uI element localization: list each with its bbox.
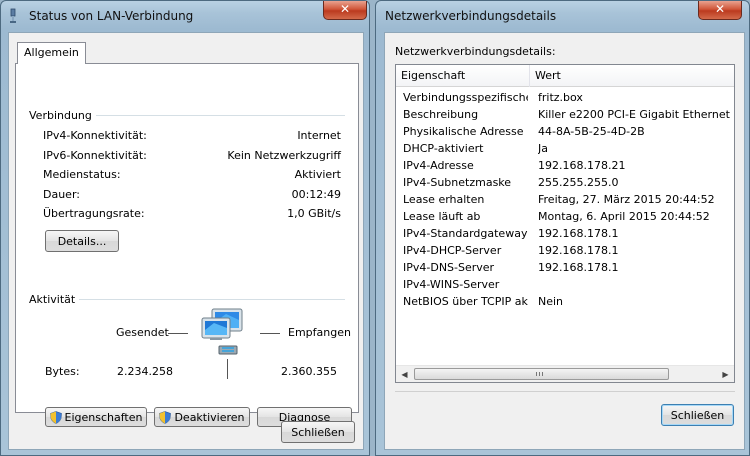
grip-line: [536, 372, 537, 376]
label-media: Medienstatus:: [43, 168, 121, 181]
grip-line: [542, 372, 543, 376]
list-item[interactable]: Beschreibung Killer e2200 PCI-E Gigabit …: [396, 106, 734, 123]
property-cell: Lease läuft ab: [403, 210, 481, 223]
value-cell: 44-8A-5B-25-4D-2B: [538, 125, 645, 138]
window-close-button[interactable]: ✕: [323, 1, 367, 20]
uac-shield-icon: [159, 410, 172, 424]
list-item[interactable]: DHCP-aktiviert Ja: [396, 140, 734, 157]
details-list: Eigenschaft Wert Verbindungsspezifisches…: [395, 64, 735, 383]
scrollbar-thumb[interactable]: [414, 368, 669, 380]
bytes-label: Bytes:: [45, 365, 80, 378]
list-item[interactable]: IPv4-Subnetzmaske 255.255.255.0: [396, 174, 734, 191]
bytes-sent-value: 2.234.258: [117, 365, 173, 378]
value-cell: Freitag, 27. März 2015 20:44:52: [538, 193, 715, 206]
properties-button[interactable]: Eigenschaften: [45, 407, 147, 427]
column-header-wert[interactable]: Wert: [530, 65, 734, 87]
window-title: Netzwerkverbindungsdetails: [385, 9, 557, 23]
close-button[interactable]: Schließen: [661, 404, 734, 426]
sent-line: [168, 333, 188, 334]
property-cell: Verbindungsspezifisches...: [403, 91, 528, 104]
value-cell: Montag, 6. April 2015 20:44:52: [538, 210, 710, 223]
separator-line: [395, 391, 735, 392]
scroll-right-icon[interactable]: ▶: [717, 366, 734, 382]
property-cell: NetBIOS über TCPIP ak...: [403, 295, 528, 308]
value-cell: Nein: [538, 295, 564, 308]
properties-label: Eigenschaften: [64, 410, 143, 424]
bytes-divider: [227, 359, 228, 379]
connection-details-window: Netzwerkverbindungsdetails ✕ Netzwerkver…: [375, 0, 750, 456]
list-item[interactable]: IPv4-Adresse 192.168.178.21: [396, 157, 734, 174]
sent-label: Gesendet: [116, 326, 169, 339]
list-item[interactable]: IPv4-Standardgateway 192.168.178.1: [396, 225, 734, 242]
list-item[interactable]: IPv4-DHCP-Server 192.168.178.1: [396, 242, 734, 259]
list-item[interactable]: Physikalische Adresse 44-8A-5B-25-4D-2B: [396, 123, 734, 140]
network-activity-icon: [196, 308, 256, 356]
label-speed: Übertragungsrate:: [43, 207, 145, 220]
tab-panel: Verbindung IPv4-Konnektivität: Internet …: [15, 63, 359, 427]
column-header-eigenschaft[interactable]: Eigenschaft: [396, 65, 530, 87]
label-ipv6: IPv6-Konnektivität:: [43, 149, 147, 162]
list-item[interactable]: Lease erhalten Freitag, 27. März 2015 20…: [396, 191, 734, 208]
property-cell: IPv4-Subnetzmaske: [403, 176, 512, 189]
window-close-button[interactable]: ✕: [698, 1, 742, 20]
list-item[interactable]: Verbindungsspezifisches... fritz.box: [396, 89, 734, 106]
close-button[interactable]: Schließen: [281, 421, 355, 443]
property-cell: Beschreibung: [403, 108, 479, 121]
property-cell: DHCP-aktiviert: [403, 142, 484, 155]
property-cell: IPv4-Adresse: [403, 159, 474, 172]
tab-allgemein[interactable]: Allgemein: [17, 42, 86, 64]
value-cell: fritz.box: [538, 91, 583, 104]
received-label: Empfangen: [288, 326, 351, 339]
label-duration: Dauer:: [43, 188, 80, 201]
value-cell: [538, 276, 734, 293]
value-cell: 192.168.178.21: [538, 159, 626, 172]
property-cell: IPv4-DHCP-Server: [403, 244, 502, 257]
property-cell: IPv4-DNS-Server: [403, 261, 495, 274]
network-app-icon: [7, 8, 19, 24]
value-duration: 00:12:49: [291, 188, 341, 201]
section-label: Netzwerkverbindungsdetails:: [395, 45, 556, 58]
window-title: Status von LAN-Verbindung: [29, 9, 194, 23]
value-cell: 255.255.255.0: [538, 176, 619, 189]
value-cell: 192.168.178.1: [538, 261, 619, 274]
value-speed: 1,0 GBit/s: [287, 207, 341, 220]
property-cell: IPv4-Standardgateway: [403, 227, 528, 240]
value-cell: 192.168.178.1: [538, 227, 619, 240]
value-media: Aktiviert: [294, 168, 341, 181]
value-cell: 192.168.178.1: [538, 244, 619, 257]
label-ipv4: IPv4-Konnektivität:: [43, 129, 147, 142]
deactivate-label: Deaktivieren: [174, 410, 245, 424]
dialog-client-area: Allgemein Verbindung IPv4-Konnektivität:…: [8, 32, 364, 450]
grip-line: [539, 372, 540, 376]
group-aktivitaet: Aktivität: [29, 293, 80, 306]
list-item[interactable]: IPv4-WINS-Server: [396, 276, 734, 293]
received-line: [260, 333, 280, 334]
value-cell: Killer e2200 PCI-E Gigabit Ethernet Cont…: [538, 108, 734, 121]
list-item[interactable]: Lease läuft ab Montag, 6. April 2015 20:…: [396, 208, 734, 225]
property-cell: IPv4-WINS-Server: [403, 278, 500, 291]
bytes-received-value: 2.360.355: [281, 365, 337, 378]
horizontal-scrollbar[interactable]: ◀ ▶: [396, 365, 734, 382]
property-cell: Lease erhalten: [403, 193, 485, 206]
value-ipv6: Kein Netzwerkzugriff: [227, 149, 341, 162]
group-verbindung: Verbindung: [29, 109, 96, 122]
uac-shield-icon: [49, 410, 62, 424]
list-item[interactable]: NetBIOS über TCPIP ak... Nein: [396, 293, 734, 310]
value-cell: Ja: [538, 142, 548, 155]
lan-status-window: Status von LAN-Verbindung ✕ Allgemein Ve…: [0, 0, 370, 456]
value-ipv4: Internet: [297, 129, 341, 142]
dialog-client-area: Netzwerkverbindungsdetails: Eigenschaft …: [384, 32, 745, 450]
deactivate-button[interactable]: Deaktivieren: [154, 407, 250, 427]
list-item[interactable]: IPv4-DNS-Server 192.168.178.1: [396, 259, 734, 276]
scroll-left-icon[interactable]: ◀: [396, 366, 413, 382]
property-cell: Physikalische Adresse: [403, 125, 524, 138]
list-header: Eigenschaft Wert: [396, 65, 734, 87]
details-button[interactable]: Details...: [45, 230, 119, 252]
